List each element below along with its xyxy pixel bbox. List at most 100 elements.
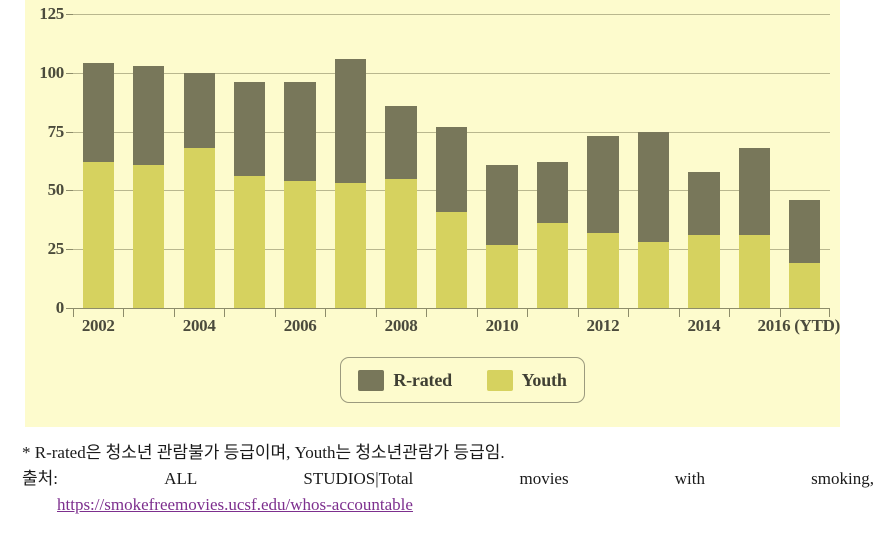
x-axis-label-cell [426,316,476,340]
bar-segment-youth [234,176,266,308]
bar-segment-youth [385,178,417,308]
footnote-source-word: STUDIOS|Total [303,469,414,488]
footnote-source-word: ALL [164,469,198,488]
x-axis-label-cell: 2010 [477,316,527,340]
bar-column [780,14,830,308]
footnote-source-word: 출처: [22,469,59,488]
bar-segment-youth [334,183,367,308]
bar-segment-r-rated [536,162,569,224]
bar-column [325,14,375,308]
bar-segment-youth [789,263,821,308]
bar-stack [536,162,569,308]
bar-segment-youth [82,162,114,308]
bars-group [73,14,830,308]
x-axis-tick-label-2002: 2002 [81,316,115,335]
chart-legend: R-rated Youth [340,357,585,403]
bar-column [477,14,527,308]
bar-column [578,14,628,308]
bar-segment-r-rated [334,58,367,184]
bar-stack [334,58,367,308]
legend-swatch-r-rated [358,369,385,391]
bar-stack [82,63,114,308]
y-axis-tick-mark-25 [66,249,73,251]
footnote-url-line: https://smokefreemovies.ucsf.edu/whos-ac… [22,492,878,518]
bar-column [628,14,678,308]
x-axis-tick-label-2008: 2008 [384,316,418,335]
legend-label: Youth [521,369,567,390]
legend-item[interactable]: Youth [486,369,567,391]
bar-segment-r-rated [234,82,266,177]
bar-stack [385,105,417,308]
bar-column [275,14,325,308]
bar-stack [587,136,619,308]
x-axis-label-cell [224,316,274,340]
x-axis-label-cell: 2014 [679,316,729,340]
x-axis-label-cell: 2016 (YTD) [758,316,841,340]
bar-stack [284,82,316,308]
plot-area: 0 25 50 75 100 125 [39,4,830,317]
bar-segment-youth [536,223,569,308]
y-axis-tick-mark-125 [66,14,73,15]
bar-stack [133,65,165,308]
x-axis-labels: 2002 2004 2006 2008 2010 2012 2014 2016 (YTD) [73,316,841,340]
bar-column [679,14,729,308]
bar-column [123,14,173,308]
bar-segment-r-rated [82,63,114,163]
bar-segment-youth [284,181,316,308]
x-axis-label-cell: 2004 [174,316,224,340]
footnote-source-word: with [674,469,705,488]
x-axis-label-cell: 2002 [73,316,123,340]
bar-segment-r-rated [133,65,165,165]
bar-segment-r-rated [385,105,417,179]
footnote-rating-note: * R-rated은 청소년 관람불가 등급이며, Youth는 청소년관람가 … [22,443,505,462]
legend-item[interactable]: R-rated [358,369,452,391]
x-axis-label-cell: 2008 [376,316,426,340]
x-axis-label-cell: 2012 [578,316,628,340]
bar-segment-youth [486,244,518,308]
bar-segment-youth [133,164,165,308]
y-axis-tick-label-75: 75 [47,121,65,141]
bar-segment-r-rated [284,82,316,181]
bar-stack [688,171,720,308]
x-axis-tick-label-2016-YTD: 2016 (YTD) [757,316,841,335]
bar-stack [789,199,821,308]
bar-segment-r-rated [637,131,670,243]
footnote-source-word: smoking, [811,469,874,488]
bar-segment-youth [637,242,670,308]
bar-segment-youth [587,232,619,308]
y-axis-tick-label-0: 0 [55,298,65,317]
legend-label: R-rated [393,369,452,390]
bar-segment-youth [688,235,720,308]
chart-panel: 0 25 50 75 100 125 2002 2004 2006 2008 2010 2012 20… [25,0,840,427]
x-axis-label-cell [325,316,375,340]
x-axis-tick-label-2010: 2010 [485,316,519,335]
bar-column [73,14,123,308]
x-axis-tick-label-2014: 2014 [687,316,721,335]
source-url-link[interactable]: https://smokefreemovies.ucsf.edu/whos-ac… [57,495,413,514]
x-axis-label-cell [527,316,577,340]
bar-segment-youth [435,211,468,308]
footnotes: * R-rated은 청소년 관람불가 등급이며, Youth는 청소년관람가 … [22,440,878,518]
bar-segment-r-rated [587,136,619,233]
y-axis-tick-mark-75 [66,131,73,133]
bar-column [174,14,224,308]
y-axis-tick-label-125: 125 [39,4,64,23]
bar-segment-r-rated [738,148,770,236]
bar-segment-youth [738,235,770,308]
bar-column [224,14,274,308]
x-axis-label-cell [628,316,678,340]
x-axis-label-cell [123,316,173,340]
bar-stack [637,131,670,308]
bar-segment-r-rated [435,126,468,212]
legend-swatch-youth [486,369,513,391]
bar-segment-r-rated [789,199,821,264]
x-axis-tick-label-2012: 2012 [586,316,620,335]
bar-column [376,14,426,308]
y-axis-tick-mark-50 [66,190,73,192]
y-axis-tick-label-50: 50 [47,180,65,200]
bar-column [729,14,779,308]
bar-segment-r-rated [688,171,720,236]
x-axis-tick-label-2004: 2004 [182,316,216,335]
footnote-source-word: movies [519,469,569,488]
bar-stack [486,164,518,308]
